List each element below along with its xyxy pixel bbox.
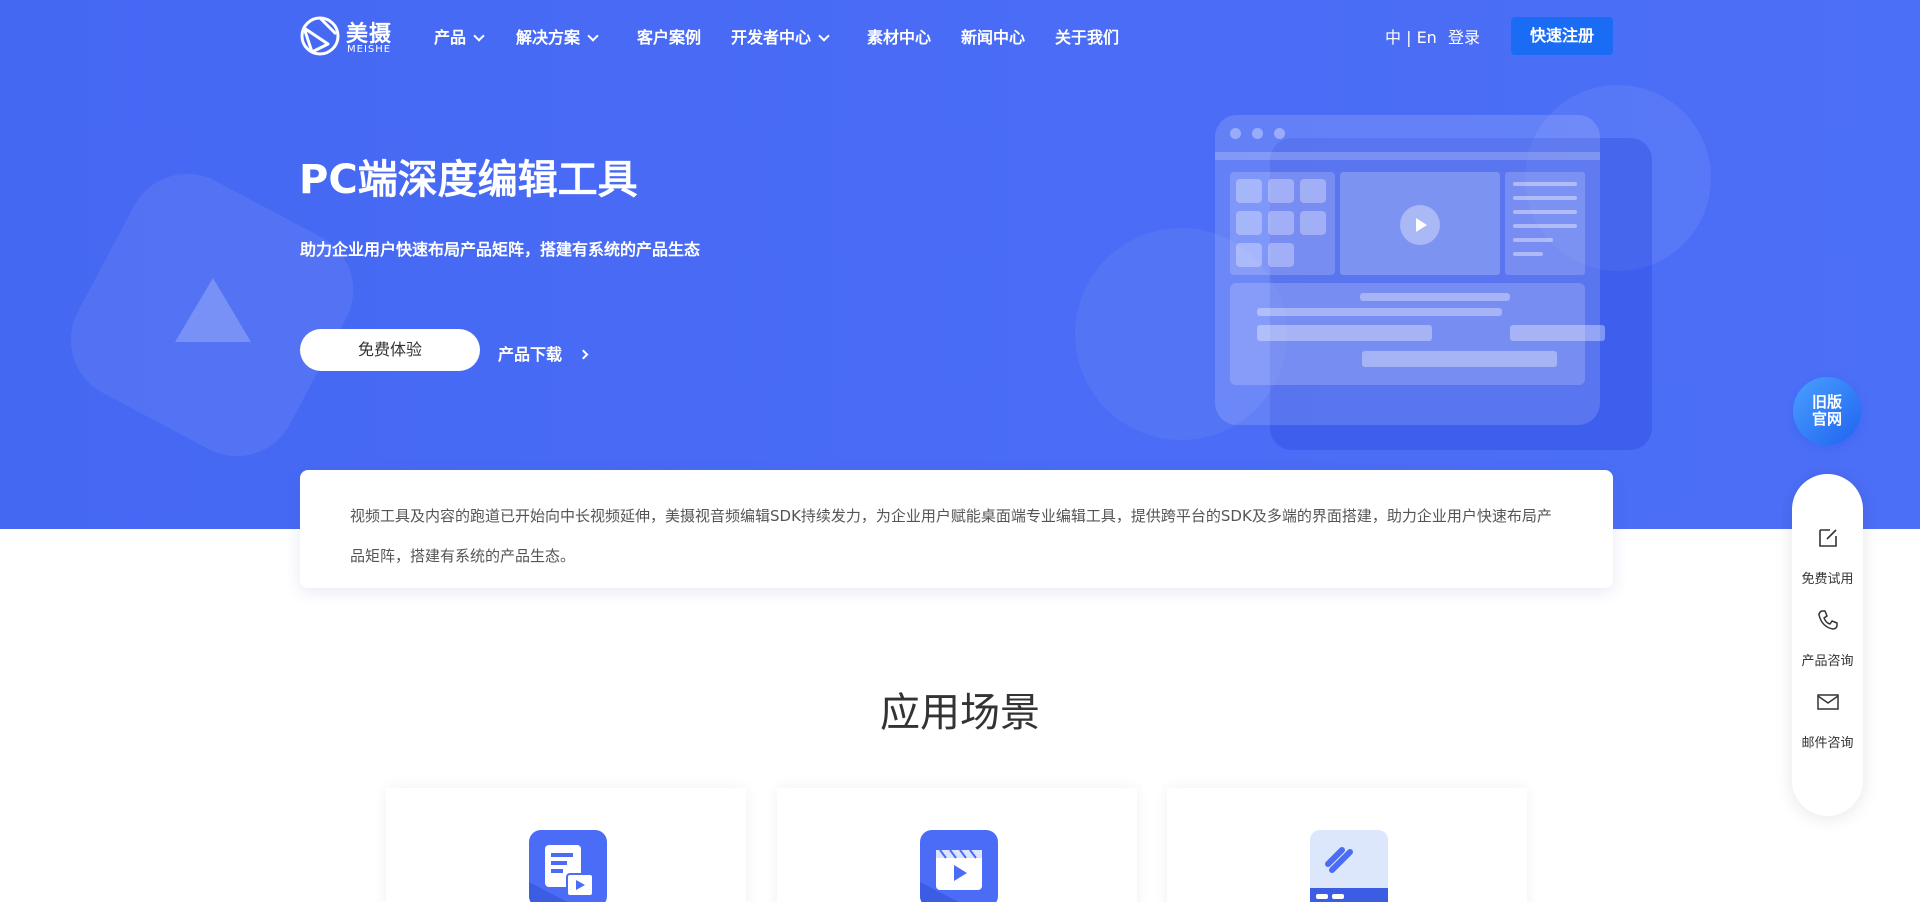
nav-item-developers[interactable]: 开发者中心: [731, 24, 830, 48]
chevron-down-icon: [818, 30, 830, 42]
side-item-label: 产品咨询: [1801, 654, 1854, 669]
scene-card[interactable]: [777, 788, 1137, 902]
nav-item-label: 素材中心: [867, 28, 932, 47]
product-consult-side-item[interactable]: 产品咨询: [1792, 608, 1863, 669]
editor-window-icon: [1310, 830, 1388, 902]
section-title: 应用场景: [880, 690, 1040, 736]
mail-icon: [1816, 694, 1839, 710]
chevron-down-icon: [473, 30, 485, 42]
old-site-button[interactable]: 旧版 官网: [1793, 377, 1861, 445]
download-link-label: 产品下载: [498, 345, 563, 364]
side-item-label: 免费试用: [1801, 572, 1854, 587]
meishe-logo-icon: [300, 16, 340, 56]
nav-item-solutions[interactable]: 解决方案: [516, 24, 599, 48]
brand-logo[interactable]: 美摄 MEISHE: [298, 14, 398, 58]
free-trial-button[interactable]: 免费体验: [300, 329, 480, 371]
document-video-icon: [529, 830, 607, 902]
nav-item-products[interactable]: 产品: [434, 24, 485, 48]
nav-item-label: 新闻中心: [961, 28, 1026, 47]
nav-item-about[interactable]: 关于我们: [1055, 24, 1119, 48]
hero-subtitle: 助力企业用户快速布局产品矩阵，搭建有系统的产品生态: [300, 240, 701, 259]
decor-triangle-icon: [175, 278, 251, 342]
product-download-link[interactable]: 产品下载: [498, 341, 589, 365]
scene-card[interactable]: [386, 788, 746, 902]
nav-item-news[interactable]: 新闻中心: [961, 24, 1025, 48]
video-clapper-icon: [920, 830, 998, 902]
chevron-right-icon: [578, 349, 589, 360]
nav-item-materials[interactable]: 素材中心: [867, 24, 931, 48]
edit-icon: [1818, 529, 1837, 547]
intro-card: 视频工具及内容的跑道已开始向中长视频延伸，美摄视音频编辑SDK持续发力，为企业用…: [300, 470, 1613, 588]
language-switch[interactable]: 中 | En: [1385, 24, 1437, 48]
nav-item-cases[interactable]: 客户案例: [637, 24, 701, 48]
phone-icon: [1817, 610, 1838, 630]
top-nav: 美摄 MEISHE 产品 解决方案 客户案例 开发者中心 素材中心 新闻中心 关…: [0, 0, 1920, 70]
scene-card[interactable]: [1167, 788, 1527, 902]
brand-name-en: MEISHE: [347, 44, 392, 55]
login-link[interactable]: 登录: [1448, 24, 1480, 48]
side-item-label: 邮件咨询: [1801, 736, 1854, 751]
nav-item-label: 产品: [434, 28, 467, 47]
nav-item-label: 解决方案: [516, 28, 581, 47]
hero-title: PC端深度编辑工具: [299, 157, 638, 203]
hero-banner: [0, 0, 1920, 529]
play-icon: [1400, 205, 1440, 245]
nav-item-label: 关于我们: [1055, 28, 1120, 47]
floating-contact-bar: 免费试用 产品咨询 邮件咨询: [1792, 474, 1863, 816]
chevron-down-icon: [587, 30, 599, 42]
editor-illustration: [1215, 115, 1605, 425]
free-trial-side-item[interactable]: 免费试用: [1792, 526, 1863, 587]
nav-item-label: 开发者中心: [731, 28, 812, 47]
register-button[interactable]: 快速注册: [1511, 17, 1613, 55]
intro-text: 视频工具及内容的跑道已开始向中长视频延伸，美摄视音频编辑SDK持续发力，为企业用…: [350, 507, 1552, 565]
nav-item-label: 客户案例: [637, 28, 702, 47]
email-consult-side-item[interactable]: 邮件咨询: [1792, 690, 1863, 751]
